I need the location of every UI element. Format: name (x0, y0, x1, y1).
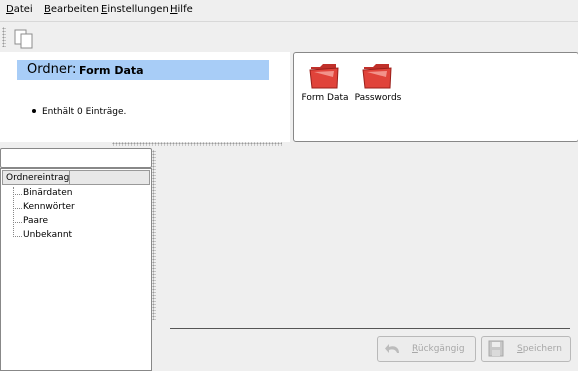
save-text: peichern (522, 344, 562, 354)
folder-icon (309, 64, 339, 89)
separator (170, 328, 570, 329)
menu-label: ilfe (177, 4, 193, 15)
tree-connector (13, 208, 22, 209)
folder-item-passwords[interactable]: Passwords (348, 59, 408, 103)
folder-entry-count: Enthält 0 Einträge. (42, 107, 127, 117)
tree-item-unbekannt[interactable]: Unbekannt (23, 230, 72, 240)
folder-icon (362, 64, 392, 89)
tree-connector (13, 222, 22, 223)
tree-item-kennwoerter[interactable]: Kennwörter (23, 202, 75, 212)
menu-label: earbeiten (50, 4, 99, 15)
menu-einstellungen[interactable]: Einstellungen (101, 4, 169, 15)
menu-label: atei (13, 4, 33, 15)
undo-icon (385, 344, 399, 353)
horizontal-splitter[interactable] (112, 142, 282, 146)
folder-icon-view: Form Data Passwords (293, 52, 578, 142)
search-input[interactable] (0, 148, 152, 168)
bullet-icon (32, 109, 36, 113)
folder-item-form-data[interactable]: Form Data (295, 59, 355, 103)
menu-datei[interactable]: Datei (6, 4, 33, 15)
menu-mnemonic: H (170, 4, 178, 15)
menu-hilfe[interactable]: Hilfe (170, 4, 193, 15)
tree-item-binaerdaten[interactable]: Binärdaten (23, 188, 72, 198)
column-header-empty (70, 170, 150, 185)
vertical-splitter[interactable] (152, 150, 156, 320)
toolbar-grip[interactable] (2, 27, 6, 47)
save-icon (488, 340, 504, 357)
menu-bearbeiten[interactable]: Bearbeiten (44, 4, 99, 15)
copy-icon[interactable] (13, 29, 35, 49)
folder-name: Form Data (79, 64, 144, 77)
undo-text: ückgängig (417, 344, 465, 354)
folder-tree: Ordnereintrag Binärdaten Kennwörter Paar… (0, 168, 152, 371)
save-button[interactable]: Speichern (481, 336, 571, 362)
save-label: Speichern (517, 344, 562, 354)
column-header-ordnereintrag[interactable]: Ordnereintrag (2, 170, 70, 185)
folder-item-label: Form Data (301, 93, 349, 103)
folder-info-panel: Ordner: Form Data Enthält 0 Einträge. (0, 52, 290, 142)
tree-item-paare[interactable]: Paare (23, 216, 48, 226)
folder-banner: Ordner: Form Data (17, 60, 269, 80)
folder-item-label: Passwords (354, 93, 402, 103)
menu-bar: Datei Bearbeiten Einstellungen Hilfe (0, 0, 578, 20)
toolbar (0, 21, 578, 52)
tree-connector (13, 194, 22, 195)
tree-connector (13, 236, 22, 237)
menu-mnemonic: B (44, 4, 51, 15)
menu-mnemonic: D (6, 4, 14, 15)
folder-label: Ordner: (27, 62, 77, 77)
menu-label: instellungen (107, 4, 169, 15)
undo-button[interactable]: Rückgängig (377, 336, 476, 362)
undo-label: Rückgängig (412, 344, 465, 354)
